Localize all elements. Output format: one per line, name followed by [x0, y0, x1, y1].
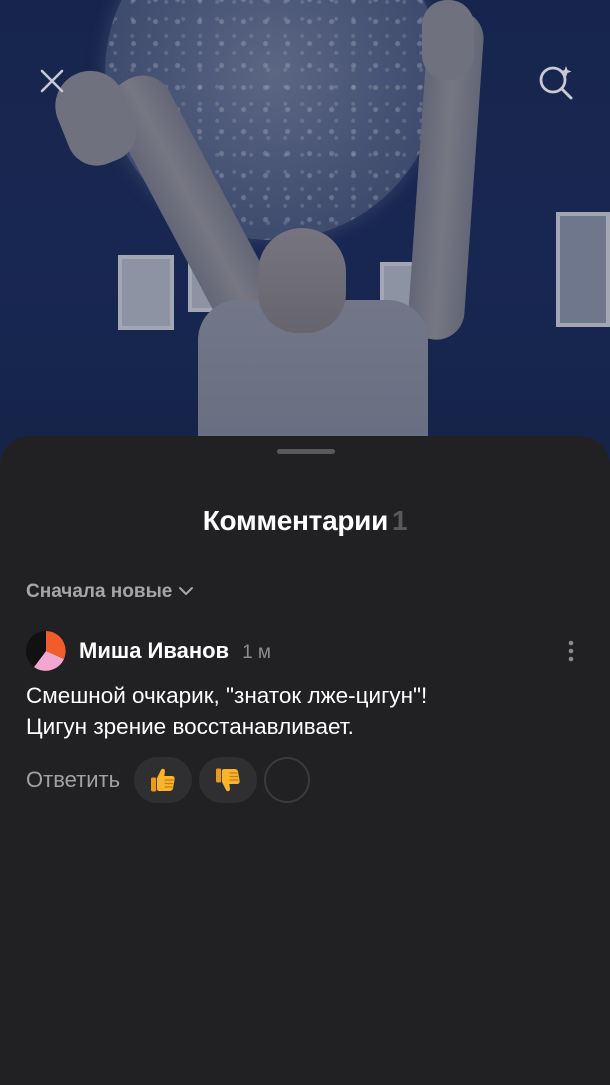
- more-vertical-icon[interactable]: [556, 636, 586, 666]
- sort-label: Сначала новые: [26, 581, 173, 602]
- comment-text-line: Цигун зрение восстанавливает.: [26, 714, 354, 739]
- avatar[interactable]: [25, 631, 66, 671]
- sheet-drag-handle[interactable]: [277, 449, 335, 454]
- comment-text: Смешной очкарик, "знаток лже-цигун"! Циг…: [26, 680, 586, 742]
- comment-time: 1 м: [242, 641, 271, 663]
- sort-dropdown[interactable]: Сначала новые: [26, 581, 194, 603]
- comments-title: Комментарии 1: [0, 505, 610, 537]
- thumbs-down-icon[interactable]: [199, 757, 258, 803]
- comment-author[interactable]: Миша Иванов: [79, 638, 229, 664]
- comments-sheet: Комментарии 1 Сначала новые Миша Иванов 1…: [0, 436, 610, 1085]
- add-reaction-icon[interactable]: [264, 757, 311, 803]
- comment-text-line: Смешной очкарик, "знаток лже-цигун"!: [26, 683, 428, 708]
- reply-button[interactable]: Ответить: [26, 767, 120, 793]
- comment-header: Миша Иванов 1 м: [25, 631, 586, 671]
- close-icon[interactable]: [33, 62, 71, 100]
- video-player[interactable]: [0, 0, 610, 470]
- thumbs-up-icon[interactable]: [134, 757, 193, 803]
- comment-actions: Ответить: [26, 756, 586, 804]
- comments-title-label: Комментарии: [202, 505, 389, 536]
- search-sparkle-icon[interactable]: [537, 62, 575, 100]
- comments-count: 1: [391, 505, 408, 536]
- chevron-down-icon: [178, 581, 194, 603]
- video-dim-overlay: [0, 0, 610, 470]
- comment-item: Миша Иванов 1 м Смешной очкарик, "знаток…: [25, 631, 586, 804]
